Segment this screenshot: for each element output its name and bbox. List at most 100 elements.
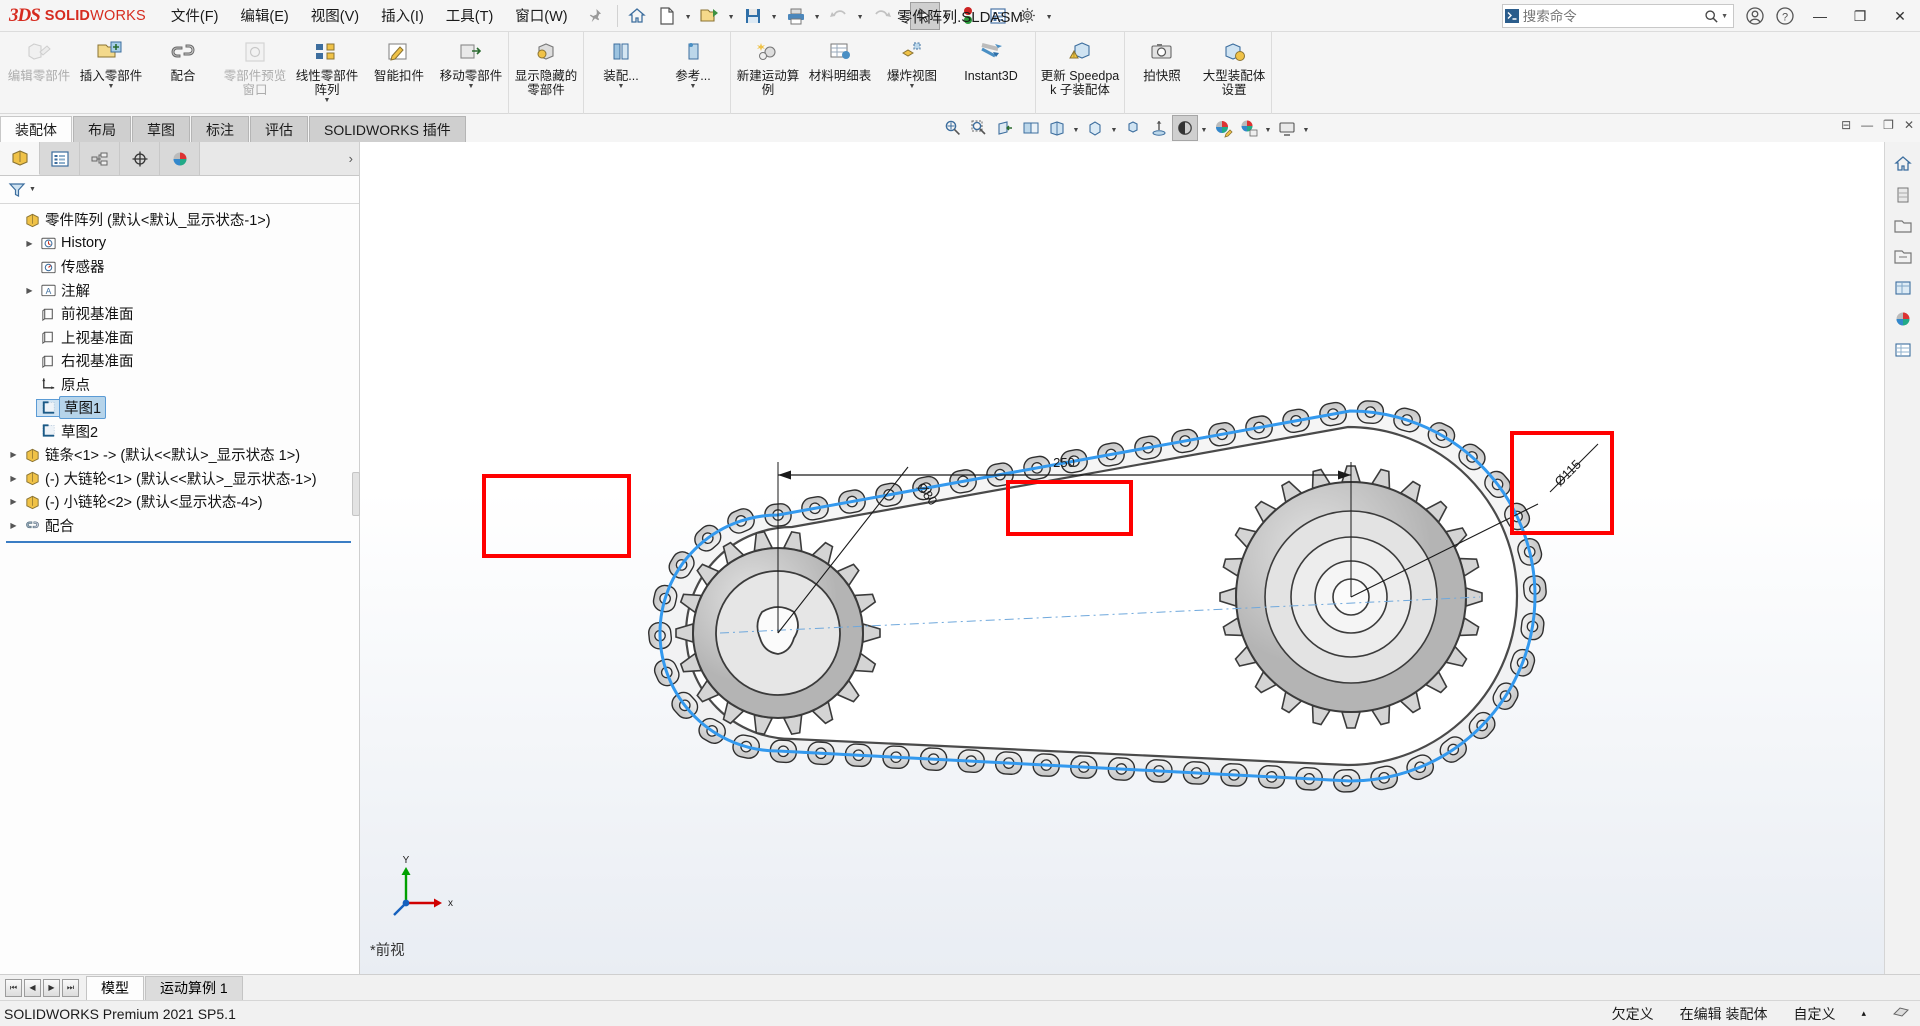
linear-pattern-caret[interactable]: ▼ <box>324 97 331 105</box>
panel-resize-handle[interactable] <box>352 472 360 516</box>
tree-item-large-sprocket[interactable]: ▶ (-) 大链轮<1> (默认<<默认>_显示状态-1>) <box>0 467 359 491</box>
open-folder-icon[interactable] <box>695 2 725 30</box>
menu-view[interactable]: 视图(V) <box>300 0 370 31</box>
tab-markup[interactable]: 标注 <box>191 116 249 142</box>
reference-geometry-caret[interactable]: ▼ <box>690 83 697 91</box>
panel-tab-configuration-manager[interactable] <box>80 142 120 175</box>
tree-item-origin[interactable]: 原点 <box>0 373 359 397</box>
zoom-to-fit-button[interactable] <box>940 115 966 141</box>
menu-edit[interactable]: 编辑(E) <box>229 0 299 31</box>
display-list-icon[interactable] <box>983 2 1013 30</box>
tree-item-top-plane[interactable]: 上视基准面 <box>0 326 359 350</box>
shadows-button[interactable] <box>1172 115 1198 141</box>
options-gear-icon[interactable] <box>1013 2 1043 30</box>
doc-close-button[interactable]: ✕ <box>1904 118 1914 132</box>
hide-show-items-caret[interactable]: ▼ <box>1108 115 1120 141</box>
help-icon[interactable]: ? <box>1770 1 1800 31</box>
measure-overlay-icon[interactable] <box>1892 1004 1910 1023</box>
model-viewport[interactable]: 250 Ø80 Ø115 <box>360 142 1884 974</box>
tree-expand-arrow[interactable]: ▶ <box>6 521 21 530</box>
redo-icon[interactable] <box>867 2 897 30</box>
status-customize-button[interactable]: 自定义 <box>1793 1004 1835 1024</box>
print-icon[interactable] <box>781 2 811 30</box>
next-tab-button[interactable]: ▶ <box>43 978 60 997</box>
user-account-icon[interactable] <box>1740 1 1770 31</box>
save-dropdown-arrow[interactable]: ▼ <box>768 2 781 30</box>
component-preview-button[interactable]: 零部件预览窗口 <box>219 32 291 110</box>
graphics-area[interactable]: 250 Ø80 Ø115 Y x *前视 <box>360 142 1884 974</box>
rail-home-button[interactable] <box>1890 152 1916 176</box>
display-style-button[interactable] <box>1044 115 1070 141</box>
rail-file-explorer-button[interactable] <box>1890 245 1916 269</box>
rail-custom-properties-button[interactable] <box>1890 338 1916 362</box>
doc-restore-button[interactable]: ⊟ <box>1841 118 1851 132</box>
tab-evaluate[interactable]: 评估 <box>250 116 308 142</box>
render-tools-button[interactable] <box>1236 115 1262 141</box>
update-speedpak-button[interactable]: ! 更新 Speedpak 子装配体 <box>1037 32 1123 110</box>
zoom-to-area-button[interactable] <box>966 115 992 141</box>
undo-dropdown-arrow[interactable]: ▼ <box>854 2 867 30</box>
linear-component-pattern-button[interactable]: 线性零部件阵列 ▼ <box>291 32 363 110</box>
tree-expand-arrow[interactable]: ▶ <box>6 497 21 506</box>
rebuild-icon[interactable] <box>953 2 983 30</box>
instant3d-button[interactable]: Instant3D <box>948 32 1034 110</box>
move-component-button[interactable]: 移动零部件 ▼ <box>435 32 507 110</box>
rail-appearances-button[interactable] <box>1890 183 1916 207</box>
doc-maximize-button[interactable]: ❐ <box>1883 118 1894 132</box>
tree-expand-arrow[interactable]: ▶ <box>6 474 21 483</box>
tree-item-right-plane[interactable]: 右视基准面 <box>0 349 359 373</box>
new-document-icon[interactable] <box>652 2 682 30</box>
tree-item-mates[interactable]: ▶ 配合 <box>0 514 359 538</box>
rail-design-library-button[interactable] <box>1890 214 1916 238</box>
chevron-right-icon[interactable]: › <box>349 151 353 166</box>
menu-insert[interactable]: 插入(I) <box>370 0 435 31</box>
new-document-dropdown-arrow[interactable]: ▼ <box>682 2 695 30</box>
tree-item-front-plane[interactable]: 前视基准面 <box>0 302 359 326</box>
move-component-caret[interactable]: ▼ <box>468 83 475 91</box>
take-snapshot-button[interactable]: 拍快照 <box>1126 32 1198 110</box>
select-cursor-icon[interactable] <box>909 1 940 30</box>
view-settings-button[interactable] <box>1146 115 1172 141</box>
assembly-features-button[interactable]: 装配... ▼ <box>585 32 657 110</box>
tab-sketch[interactable]: 草图 <box>132 116 190 142</box>
show-hidden-components-button[interactable]: 显示隐藏的零部件 <box>510 32 582 110</box>
bottom-tab-motion-study-1[interactable]: 运动算例 1 <box>145 975 243 1000</box>
search-icon[interactable] <box>1702 9 1721 24</box>
render-tools-caret[interactable]: ▼ <box>1262 115 1274 141</box>
feature-tree-filter[interactable]: ▼ <box>0 176 359 204</box>
previous-tab-button[interactable]: ◀ <box>24 978 41 997</box>
insert-component-button[interactable]: 插入零部件 ▼ <box>75 32 147 110</box>
new-motion-study-button[interactable]: 新建运动算例 <box>732 32 804 110</box>
search-dropdown-arrow[interactable]: ▼ <box>1721 13 1733 20</box>
status-caret-icon[interactable]: ▴ <box>1861 1008 1866 1019</box>
display-style-caret[interactable]: ▼ <box>1070 115 1082 141</box>
assembly-features-caret[interactable]: ▼ <box>618 83 625 91</box>
options-dropdown-arrow[interactable]: ▼ <box>1043 2 1056 30</box>
menu-window[interactable]: 窗口(W) <box>504 0 578 31</box>
bottom-tab-model[interactable]: 模型 <box>86 975 144 1000</box>
maximize-window-button[interactable]: ❐ <box>1840 0 1880 32</box>
tab-addins[interactable]: SOLIDWORKS 插件 <box>309 116 466 142</box>
panel-tab-display-manager[interactable] <box>160 142 200 175</box>
smart-fasteners-button[interactable]: 智能扣件 <box>363 32 435 110</box>
rail-view-palette-button[interactable] <box>1890 276 1916 300</box>
filter-dropdown-arrow[interactable]: ▼ <box>29 186 36 193</box>
insert-component-caret[interactable]: ▼ <box>108 83 115 91</box>
full-screen-caret[interactable]: ▼ <box>1300 115 1312 141</box>
tree-item-assembly-root[interactable]: 零件阵列 (默认<默认_显示状态-1>) <box>0 208 359 232</box>
pin-icon[interactable] <box>583 4 607 28</box>
tree-item-history[interactable]: ▶ History <box>0 232 359 256</box>
large-assembly-settings-button[interactable]: 大型装配体设置 <box>1198 32 1270 110</box>
select-dropdown-arrow[interactable]: ▼ <box>940 2 953 30</box>
tree-item-small-sprocket[interactable]: ▶ (-) 小链轮<2> (默认<显示状态-4>) <box>0 490 359 514</box>
tree-item-sketch2[interactable]: 草图2 <box>0 420 359 444</box>
tree-item-annotations[interactable]: ▶ A 注解 <box>0 279 359 303</box>
section-view-button[interactable] <box>992 115 1018 141</box>
reference-geometry-button[interactable]: 参考... ▼ <box>657 32 729 110</box>
tree-item-chain[interactable]: ▶ 链条<1> -> (默认<<默认>_显示状态 1>) <box>0 443 359 467</box>
mate-button[interactable]: 配合 <box>147 32 219 110</box>
home-icon[interactable] <box>622 2 652 30</box>
exploded-view-button[interactable]: 爆炸视图 ▼ <box>876 32 948 110</box>
first-tab-button[interactable]: ⏮ <box>5 978 22 997</box>
minimize-window-button[interactable]: — <box>1800 0 1840 32</box>
